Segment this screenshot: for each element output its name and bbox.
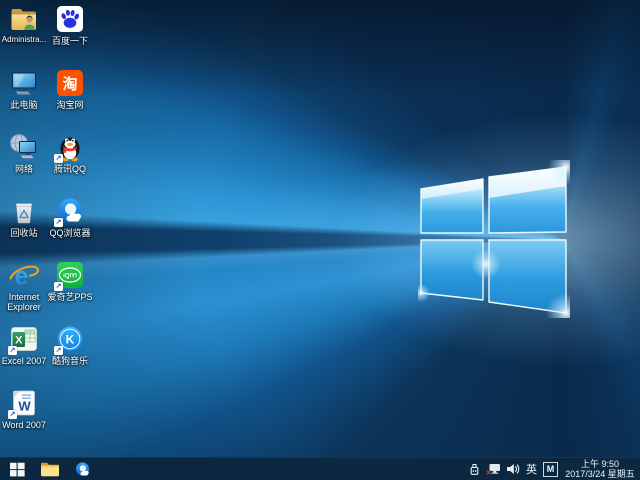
desktop-icon-taobao[interactable]: 淘 淘宝网 [46, 68, 94, 128]
desktop-icon-iqiyi-pps[interactable]: iQIYI 爱奇艺PPS [46, 260, 94, 320]
shortcut-arrow-icon [8, 410, 17, 419]
volume-icon[interactable] [507, 463, 520, 475]
baidu-paw-icon [55, 4, 85, 34]
windows-logo-wallpaper [418, 160, 570, 318]
desktop-icon-qq-browser[interactable]: QQ浏览器 [46, 196, 94, 256]
qq-penguin-icon [55, 132, 85, 162]
svg-text:W: W [18, 399, 31, 414]
svg-text:X: X [15, 335, 23, 347]
icon-label: 回收站 [0, 228, 48, 238]
system-tray: × 英 M 上午 9:50 2017/3/24 星期五 [469, 459, 640, 480]
start-button[interactable] [0, 458, 34, 480]
desktop-icon-kugou-music[interactable]: K 酷狗音乐 [46, 324, 94, 384]
taskbar-qq-browser-button[interactable] [66, 458, 98, 480]
user-folder-icon [9, 4, 39, 34]
taskbar-clock[interactable]: 上午 9:50 2017/3/24 星期五 [564, 459, 636, 480]
icon-label: Administra... [0, 36, 48, 45]
shortcut-arrow-icon [54, 282, 63, 291]
desktop-icon-excel-2007[interactable]: X Excel 2007 [0, 324, 48, 384]
icon-label: 百度一下 [46, 36, 94, 46]
qq-browser-icon [55, 196, 85, 226]
icon-label: QQ浏览器 [46, 228, 94, 238]
svg-text:×: × [486, 467, 491, 476]
file-explorer-icon [41, 462, 59, 477]
network-globe-icon [9, 132, 39, 162]
desktop-icon-recycle-bin[interactable]: 回收站 [0, 196, 48, 256]
icon-label: 此电脑 [0, 100, 48, 110]
ime-language-indicator[interactable]: 英 [526, 461, 537, 477]
ime-mode-indicator[interactable]: M [543, 462, 558, 477]
shortcut-arrow-icon [54, 154, 63, 163]
desktop-icon-network[interactable]: 网络 [0, 132, 48, 192]
clock-date: 2017/3/24 星期五 [564, 469, 636, 480]
svg-text:K: K [66, 333, 75, 347]
word-icon: W [9, 388, 39, 418]
icon-label: 网络 [0, 164, 48, 174]
kugou-icon: K [55, 324, 85, 354]
icon-label: 腾讯QQ [46, 164, 94, 174]
internet-explorer-icon: e [9, 260, 39, 290]
windows-start-icon [10, 462, 25, 477]
desktop-icon-tencent-qq[interactable]: 腾讯QQ [46, 132, 94, 192]
taobao-icon: 淘 [55, 68, 85, 98]
shortcut-arrow-icon [54, 218, 63, 227]
shortcut-arrow-icon [54, 346, 63, 355]
desktop-icon-this-pc[interactable]: 此电脑 [0, 68, 48, 128]
iqiyi-icon: iQIYI [55, 260, 85, 290]
recycle-bin-icon [9, 196, 39, 226]
icon-label: Excel 2007 [0, 356, 48, 366]
desktop-icon-baidu[interactable]: 百度一下 [46, 4, 94, 64]
clock-time: 上午 9:50 [564, 459, 636, 470]
taskbar-file-explorer-button[interactable] [34, 458, 66, 480]
svg-text:iQIYI: iQIYI [63, 273, 77, 279]
icon-label: 酷狗音乐 [46, 356, 94, 366]
usb-device-icon[interactable] [469, 462, 480, 476]
qq-browser-icon [74, 461, 91, 478]
icon-label: 淘宝网 [46, 100, 94, 110]
excel-icon: X [9, 324, 39, 354]
network-disconnected-icon[interactable]: × [486, 463, 501, 476]
desktop: Administra... 百度一下 [0, 0, 640, 480]
icon-label: 爱奇艺PPS [46, 292, 94, 302]
desktop-icon-word-2007[interactable]: W Word 2007 [0, 388, 48, 448]
desktop-icon-administrator[interactable]: Administra... [0, 4, 48, 64]
desktop-icon-internet-explorer[interactable]: e Internet Explorer [0, 260, 48, 320]
taskbar: × 英 M 上午 9:50 2017/3/24 星期五 [0, 457, 640, 480]
icon-label: Internet Explorer [0, 292, 48, 312]
shortcut-arrow-icon [8, 346, 17, 355]
svg-text:淘: 淘 [61, 75, 77, 93]
icon-label: Word 2007 [0, 420, 48, 430]
computer-monitor-icon [9, 68, 39, 98]
